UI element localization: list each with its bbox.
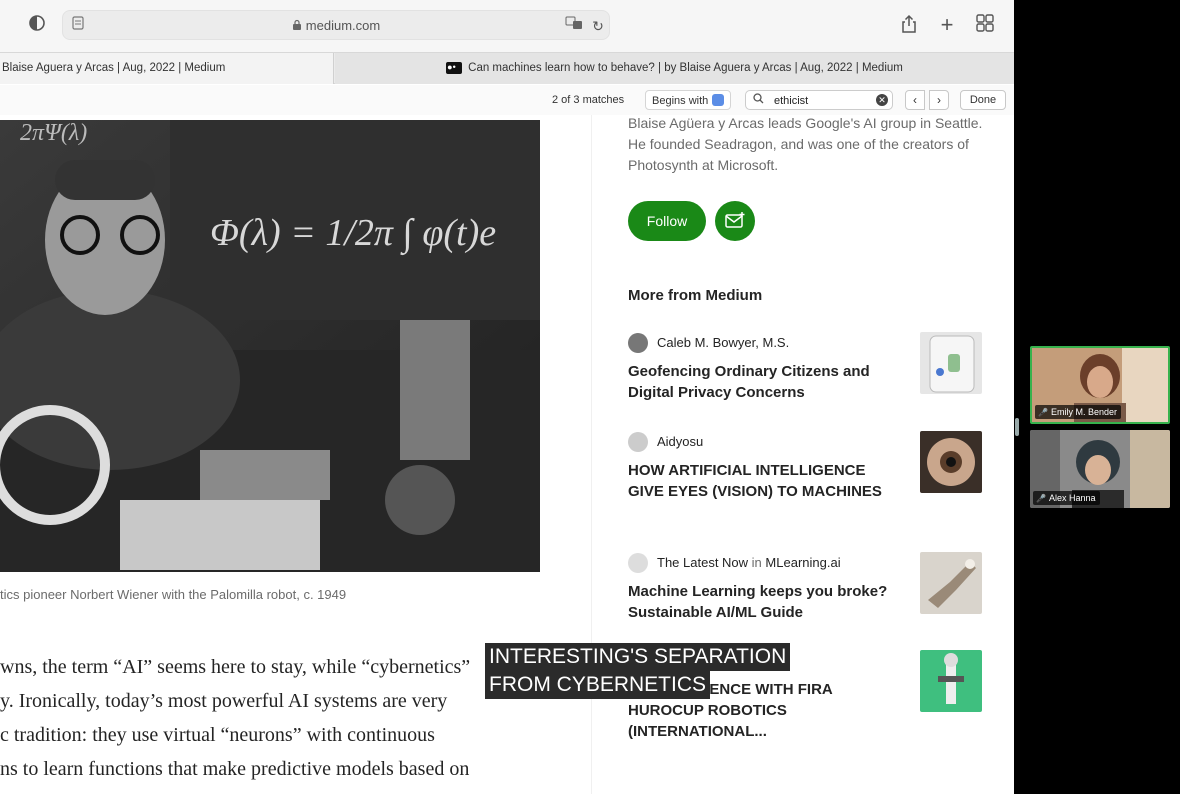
browser-toolbar: medium.com ↻ + — [0, 0, 1014, 52]
article-body: wns, the term “AI” seems here to stay, w… — [0, 650, 530, 786]
author-name: The Latest Now in MLearning.ai — [657, 555, 841, 570]
url-label: medium.com — [305, 18, 381, 33]
medium-favicon-icon — [446, 53, 463, 83]
mic-icon: 🎤 — [1036, 494, 1046, 503]
browser-window: medium.com ↻ + Blaise Aguera y Arcas | A… — [0, 0, 1014, 794]
search-icon — [753, 93, 764, 107]
tab-bar: Blaise Aguera y Arcas | Aug, 2022 | Medi… — [0, 52, 1014, 84]
tab-overview-icon[interactable] — [974, 14, 996, 36]
participant-video[interactable]: 🎤 Emily M. Bender — [1030, 346, 1170, 424]
publication-name[interactable]: MLearning.ai — [765, 555, 840, 570]
avatar — [628, 333, 648, 353]
item-title[interactable]: HOW ARTIFICIAL INTELLIGENCE GIVE EYES (V… — [628, 460, 900, 502]
find-done-button[interactable]: Done — [960, 90, 1006, 110]
find-bar: 2 of 3 matches Begins with ethicist ✕ ‹ … — [0, 85, 1014, 115]
item-thumbnail[interactable] — [920, 332, 982, 394]
mail-plus-icon — [725, 212, 745, 228]
subscribe-button[interactable] — [715, 201, 755, 241]
new-tab-icon[interactable]: + — [936, 14, 958, 36]
find-query-text: ethicist — [774, 95, 809, 107]
in-label: in — [751, 555, 762, 570]
item-title[interactable]: Geofencing Ordinary Citizens and Digital… — [628, 361, 900, 403]
panel-resize-handle[interactable] — [1015, 418, 1019, 436]
svg-text:2πΨ(λ): 2πΨ(λ) — [20, 120, 87, 146]
avatar — [628, 432, 648, 452]
article-line: wns, the term “AI” seems here to stay, w… — [0, 656, 471, 678]
find-previous-button[interactable]: ‹ — [905, 90, 925, 110]
caption-line: INTERESTING'S SEPARATION — [485, 643, 791, 671]
item-thumbnail[interactable] — [920, 431, 982, 493]
tab-title: Can machines learn how to behave? | by B… — [468, 62, 903, 74]
find-next-button[interactable]: › — [929, 90, 949, 110]
participant-name: Alex Hanna — [1048, 493, 1096, 503]
begins-with-toggle[interactable]: Begins with — [645, 90, 732, 110]
address-bar[interactable]: medium.com ↻ — [62, 10, 610, 40]
tab-author-page[interactable]: Blaise Aguera y Arcas | Aug, 2022 | Medi… — [0, 53, 334, 84]
photo-caption: tics pioneer Norbert Wiener with the Pal… — [0, 587, 347, 602]
item-thumbnail[interactable] — [920, 552, 982, 614]
share-icon[interactable] — [898, 14, 920, 36]
reload-icon[interactable]: ↻ — [587, 15, 609, 37]
article-line: y. Ironically, today’s most powerful AI … — [0, 690, 448, 712]
svg-text:Φ(λ) = 1/2π ∫ φ(t)e: Φ(λ) = 1/2π ∫ φ(t)e — [210, 212, 496, 256]
article-line: c tradition: they use virtual “neurons” … — [0, 724, 435, 746]
participant-name-tag: 🎤 Emily M. Bender — [1035, 405, 1121, 419]
list-item[interactable]: Aidyosu HOW ARTIFICIAL INTELLIGENCE GIVE… — [628, 431, 988, 502]
clear-icon[interactable]: ✕ — [876, 94, 888, 106]
item-thumbnail[interactable] — [920, 650, 982, 712]
author-name: Caleb M. Bowyer, M.S. — [657, 335, 790, 350]
participant-name-tag: 🎤 Alex Hanna — [1033, 491, 1100, 505]
chevron-right-icon: › — [937, 93, 941, 107]
find-match-count: 2 of 3 matches — [552, 94, 625, 106]
author-name-text: The Latest Now — [657, 555, 749, 570]
mic-icon: 🎤 — [1038, 408, 1048, 417]
checkbox-icon — [712, 94, 725, 106]
find-input[interactable]: ethicist ✕ — [745, 90, 893, 110]
article-line: ns to learn functions that make predicti… — [0, 758, 470, 780]
translate-icon[interactable] — [563, 15, 585, 37]
closed-captions: INTERESTING'S SEPARATION FROM CYBERNETIC… — [485, 643, 791, 699]
author-name: Aidyosu — [657, 434, 704, 449]
author-bio: Blaise Agüera y Arcas leads Google's AI … — [628, 115, 983, 173]
item-title[interactable]: Machine Learning keeps you broke? Sustai… — [628, 581, 900, 623]
participant-video[interactable]: 🎤 Alex Hanna — [1030, 430, 1170, 508]
caption-line: FROM CYBERNETICS — [485, 671, 711, 699]
avatar — [628, 553, 648, 573]
privacy-shield-icon[interactable] — [26, 14, 48, 36]
begins-with-label: Begins with — [652, 95, 709, 107]
tab-title: Blaise Aguera y Arcas | Aug, 2022 | Medi… — [2, 62, 226, 74]
list-item[interactable]: Caleb M. Bowyer, M.S. Geofencing Ordinar… — [628, 332, 988, 403]
chevron-left-icon: ‹ — [913, 93, 917, 107]
follow-button[interactable]: Follow — [628, 201, 706, 241]
url-text: medium.com — [63, 18, 609, 33]
article-photo: Φ(λ) = 1/2π ∫ φ(t)e 2πΨ(λ) — [0, 120, 540, 572]
list-item[interactable]: The Latest Now in MLearning.ai Machine L… — [628, 552, 988, 623]
tab-article[interactable]: Can machines learn how to behave? | by B… — [335, 53, 1014, 84]
lock-icon — [292, 19, 301, 30]
participant-name: Emily M. Bender — [1050, 407, 1117, 417]
more-from-medium-heading: More from Medium — [628, 287, 763, 304]
